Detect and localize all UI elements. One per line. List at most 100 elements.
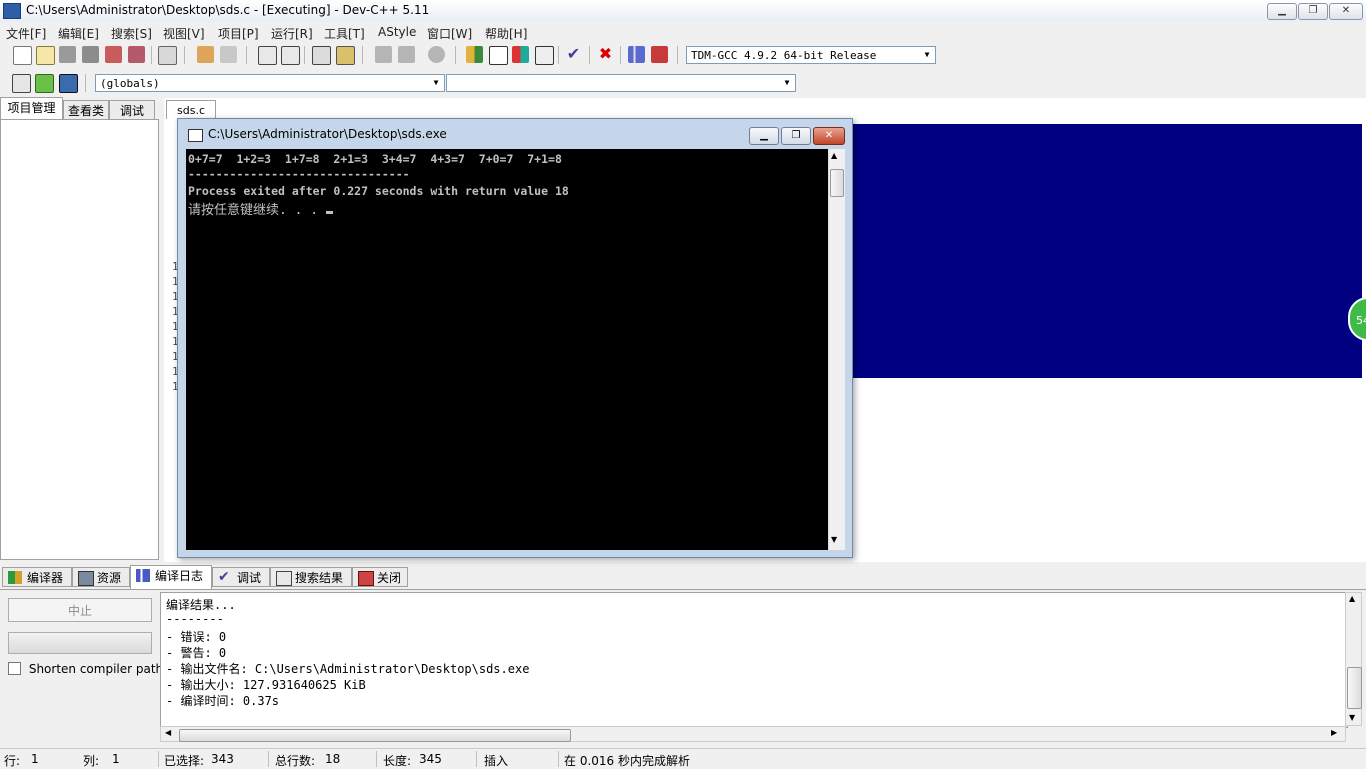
function-select[interactable]: ▼ bbox=[446, 74, 796, 92]
menu-view[interactable]: 视图[V] bbox=[163, 25, 205, 42]
unindent-icon[interactable] bbox=[375, 46, 392, 63]
find-icon[interactable] bbox=[258, 46, 277, 65]
scroll-up-icon[interactable]: ▲ bbox=[831, 151, 837, 160]
tab-compile-log[interactable]: 编译日志 bbox=[130, 565, 212, 589]
insert-icon[interactable] bbox=[35, 74, 54, 93]
shorten-paths-option[interactable]: Shorten compiler paths bbox=[8, 662, 169, 676]
restore-button[interactable]: ❐ bbox=[1298, 3, 1328, 20]
new-file-icon[interactable] bbox=[13, 46, 32, 65]
indent-icon[interactable] bbox=[398, 46, 415, 63]
console-scroll-thumb[interactable] bbox=[830, 169, 844, 197]
shorten-paths-checkbox[interactable] bbox=[8, 662, 21, 675]
compile-icon[interactable] bbox=[466, 46, 483, 63]
console-prompt: 请按任意键继续. . . bbox=[188, 203, 326, 218]
compiler-select[interactable]: TDM-GCC 4.9.2 64-bit Release ▼ bbox=[686, 46, 936, 64]
status-length: 345 bbox=[419, 752, 442, 766]
toggle-icon[interactable] bbox=[59, 74, 78, 93]
save-all-icon[interactable] bbox=[82, 46, 99, 63]
console-close-button[interactable]: ✕ bbox=[813, 127, 845, 145]
undo-icon[interactable] bbox=[197, 46, 214, 63]
menu-search[interactable]: 搜索[S] bbox=[111, 25, 152, 42]
tab-resources[interactable]: 资源 bbox=[72, 567, 130, 587]
console-window[interactable]: C:\Users\Administrator\Desktop\sds.exe ▁… bbox=[177, 118, 853, 558]
compile-progress-bar bbox=[8, 632, 152, 654]
check-icon: ✔ bbox=[218, 569, 230, 585]
log-hscroll-thumb[interactable] bbox=[179, 729, 571, 742]
profile-icon[interactable] bbox=[628, 46, 645, 63]
close-panel-icon bbox=[358, 571, 374, 586]
menu-help[interactable]: 帮助[H] bbox=[485, 25, 527, 42]
new-class-icon[interactable] bbox=[12, 74, 31, 93]
print-icon[interactable] bbox=[158, 46, 177, 65]
compile-log-text[interactable]: 编译结果... -------- - 错误: 0 - 警告: 0 - 输出文件名… bbox=[160, 592, 1348, 728]
run-icon[interactable] bbox=[489, 46, 508, 65]
replace-icon[interactable] bbox=[281, 46, 300, 65]
abort-button[interactable]: 中止 bbox=[8, 598, 152, 622]
class-toolbar: (globals) ▼ ▼ bbox=[0, 70, 1366, 96]
status-lines-label: 总行数: bbox=[275, 754, 316, 768]
file-tab-sds[interactable]: sds.c bbox=[166, 100, 216, 120]
tab-project[interactable]: 项目管理 bbox=[0, 97, 63, 119]
save-icon[interactable] bbox=[59, 46, 76, 63]
log-vscroll-thumb[interactable] bbox=[1347, 667, 1362, 709]
console-output[interactable]: 0+7=7 1+2=3 1+7=8 2+1=3 3+4=7 4+3=7 7+0=… bbox=[186, 149, 828, 550]
log-vertical-scrollbar[interactable]: ▲ ▼ bbox=[1345, 592, 1362, 726]
status-length-label: 长度: bbox=[383, 754, 412, 768]
status-bar: 行: 1 列: 1 已选择: 343 总行数: 18 长度: 345 插入 在 … bbox=[0, 748, 1366, 769]
tab-compiler[interactable]: 编译器 bbox=[2, 567, 72, 587]
console-minimize-button[interactable]: ▁ bbox=[749, 127, 779, 145]
check-syntax-icon[interactable]: ✔ bbox=[565, 46, 582, 63]
compile-run-icon[interactable] bbox=[512, 46, 529, 63]
selected-text-region[interactable] bbox=[853, 124, 1362, 378]
open-file-icon[interactable] bbox=[36, 46, 55, 65]
tab-search-results[interactable]: 搜索结果 bbox=[270, 567, 352, 587]
tab-compile-log-label: 编译日志 bbox=[155, 569, 204, 583]
scroll-right-icon[interactable]: ▶ bbox=[1331, 728, 1337, 737]
scroll-down-icon[interactable]: ▼ bbox=[831, 535, 837, 544]
log-line: - 错误: 0 bbox=[166, 630, 227, 644]
bottom-tabs: 编译器 资源 编译日志 ✔ 调试 搜索结果 关闭 bbox=[0, 565, 1366, 589]
compiler-icon bbox=[8, 571, 22, 584]
console-window-icon bbox=[188, 129, 203, 142]
menu-window[interactable]: 窗口[W] bbox=[427, 25, 472, 42]
scroll-down-icon[interactable]: ▼ bbox=[1349, 713, 1355, 722]
project-tree[interactable] bbox=[0, 119, 159, 560]
scope-select[interactable]: (globals) ▼ bbox=[95, 74, 445, 92]
console-restore-button[interactable]: ❐ bbox=[781, 127, 811, 145]
menu-tools[interactable]: 工具[T] bbox=[324, 25, 365, 42]
tab-debug-output[interactable]: ✔ 调试 bbox=[212, 567, 270, 587]
console-title: C:\Users\Administrator\Desktop\sds.exe bbox=[208, 127, 447, 141]
tab-close[interactable]: 关闭 bbox=[352, 567, 408, 587]
search-icon bbox=[276, 571, 292, 586]
status-col: 1 bbox=[112, 752, 120, 766]
close-file-icon[interactable] bbox=[105, 46, 122, 63]
console-scrollbar[interactable]: ▲ ▼ bbox=[828, 149, 845, 550]
menu-project[interactable]: 项目[P] bbox=[218, 25, 259, 42]
chevron-down-icon: ▼ bbox=[433, 78, 439, 87]
console-line: Process exited after 0.227 seconds with … bbox=[188, 184, 569, 198]
log-horizontal-scrollbar[interactable]: ◀ ▶ bbox=[160, 726, 1346, 742]
menu-file[interactable]: 文件[F] bbox=[6, 25, 46, 42]
delete-profile-icon[interactable] bbox=[651, 46, 668, 63]
scroll-up-icon[interactable]: ▲ bbox=[1349, 594, 1355, 603]
scope-select-value: (globals) bbox=[100, 77, 160, 90]
resources-icon bbox=[78, 571, 94, 586]
tab-classes[interactable]: 查看类 bbox=[63, 100, 109, 120]
goto-line-icon[interactable] bbox=[312, 46, 331, 65]
close-all-icon[interactable] bbox=[128, 46, 145, 63]
scroll-left-icon[interactable]: ◀ bbox=[165, 728, 171, 737]
redo-icon[interactable] bbox=[220, 46, 237, 63]
menu-run[interactable]: 运行[R] bbox=[271, 25, 313, 42]
menu-edit[interactable]: 编辑[E] bbox=[58, 25, 99, 42]
log-line: -------- bbox=[166, 612, 224, 626]
devcpp-app-icon bbox=[3, 3, 21, 19]
minimize-button[interactable]: ▁ bbox=[1267, 3, 1297, 20]
toggle-comment-icon[interactable] bbox=[428, 46, 445, 63]
bookmark-icon[interactable] bbox=[336, 46, 355, 65]
menu-astyle[interactable]: AStyle bbox=[378, 25, 416, 39]
tab-debug[interactable]: 调试 bbox=[109, 100, 155, 120]
stop-execution-icon[interactable]: ✖ bbox=[597, 46, 614, 63]
close-button[interactable]: ✕ bbox=[1329, 3, 1363, 20]
rebuild-icon[interactable] bbox=[535, 46, 554, 65]
status-insert-mode: 插入 bbox=[484, 754, 509, 768]
